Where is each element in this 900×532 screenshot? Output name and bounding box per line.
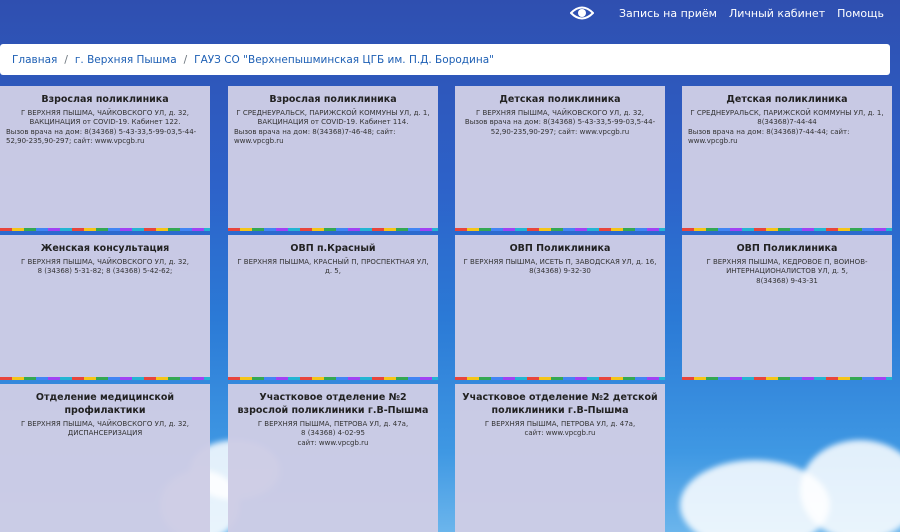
clinic-title: Взрослая поликлиника	[41, 94, 169, 105]
clinic-info: ВАКЦИНАЦИЯ от COVID-19. Кабинет 122.	[29, 118, 181, 127]
help-link[interactable]: Помощь	[837, 7, 884, 20]
clinic-website: сайт: www.vpcgb.ru	[297, 438, 369, 447]
clinic-title: ОВП Поликлиника	[509, 243, 611, 254]
clinic-title: Участковое отделение №2 детской поликлин…	[462, 392, 658, 416]
eye-icon[interactable]	[569, 0, 595, 26]
clinic-address: Г ВЕРХНЯЯ ПЫШМА, ЧАЙКОВСКОГО УЛ, д. 32,	[475, 108, 645, 117]
clinic-card[interactable]: Детская поликлиника Г ВЕРХНЯЯ ПЫШМА, ЧАЙ…	[455, 86, 665, 231]
card-color-stripe	[455, 228, 665, 231]
clinic-card[interactable]: ОВП п.Красный Г ВЕРХНЯЯ ПЫШМА, КРАСНЫЙ П…	[228, 235, 438, 380]
clinic-phone: 8(34368) 9-43-31	[756, 276, 818, 285]
breadcrumb-separator: /	[183, 53, 188, 66]
clinic-card[interactable]: Участковое отделение №2 взрослой поликли…	[228, 384, 438, 532]
breadcrumb: Главная / г. Верхняя Пышма / ГАУЗ СО "Ве…	[0, 44, 890, 75]
clinic-contacts: Вызов врача на дом: 8(34368) 5-43-33,5-9…	[464, 118, 656, 136]
clinic-address: Г СРЕДНЕУРАЛЬСК, ПАРИЖСКОЙ КОММУНЫ УЛ, д…	[236, 108, 430, 117]
clinic-address: Г ВЕРХНЯЯ ПЫШМА, ИСЕТЬ П, ЗАВОДСКАЯ УЛ, …	[463, 257, 657, 266]
clinic-title: Женская консультация	[40, 243, 170, 254]
clinic-address: Г ВЕРХНЯЯ ПЫШМА, ЧАЙКОВСКОГО УЛ, д. 32,	[20, 108, 190, 117]
clinic-card[interactable]: Отделение медицинской профилактики Г ВЕР…	[0, 384, 210, 532]
clinic-address: Г ВЕРХНЯЯ ПЫШМА, КЕДРОВОЕ П, ВОИНОВ-ИНТЕ…	[706, 257, 868, 276]
clinic-card[interactable]: Взрослая поликлиника Г СРЕДНЕУРАЛЬСК, ПА…	[228, 86, 438, 231]
clinic-title: Детская поликлиника	[499, 94, 621, 105]
clinic-card[interactable]: ОВП Поликлиника Г ВЕРХНЯЯ ПЫШМА, КЕДРОВО…	[682, 235, 892, 380]
clinic-title: ОВП п.Красный	[290, 243, 376, 254]
clinic-title: Участковое отделение №2 взрослой поликли…	[237, 392, 429, 416]
clinic-title: Детская поликлиника	[726, 94, 848, 105]
clinic-address: Г ВЕРХНЯЯ ПЫШМА, ПЕТРОВА УЛ, д. 47а,	[257, 419, 409, 428]
clinic-address: Г ВЕРХНЯЯ ПЫШМА, КРАСНЫЙ П, ПРОСПЕКТНАЯ …	[237, 257, 429, 276]
clinic-phone: 8(34368)7-44-44	[757, 118, 817, 127]
background-cloud	[800, 440, 900, 532]
breadcrumb-separator: /	[64, 53, 68, 66]
breadcrumb-city[interactable]: г. Верхняя Пышма	[75, 54, 177, 66]
clinic-card[interactable]: Детская поликлиника Г СРЕДНЕУРАЛЬСК, ПАР…	[682, 86, 892, 231]
clinic-address: Г ВЕРХНЯЯ ПЫШМА, ПЕТРОВА УЛ, д. 47а,	[484, 419, 636, 428]
top-navigation: Запись на приём Личный кабинет Помощь	[0, 0, 900, 26]
clinic-phone: 8(34368) 9-32-30	[529, 267, 591, 276]
clinic-address: Г ВЕРХНЯЯ ПЫШМА, ЧАЙКОВСКОГО УЛ, д. 32,	[20, 419, 190, 428]
clinic-card[interactable]: Участковое отделение №2 детской поликлин…	[455, 384, 665, 532]
clinic-contacts: Вызов врача на дом: 8(34368)7-44-44; сай…	[688, 127, 850, 146]
card-color-stripe	[0, 228, 210, 231]
clinic-card[interactable]: Взрослая поликлиника Г ВЕРХНЯЯ ПЫШМА, ЧА…	[0, 86, 210, 231]
card-color-stripe	[228, 228, 438, 231]
clinic-website: сайт: www.vpcgb.ru	[524, 429, 596, 438]
breadcrumb-org[interactable]: ГАУЗ СО "Верхнепышминская ЦГБ им. П.Д. Б…	[194, 54, 494, 66]
clinic-title: Отделение медицинской профилактики	[35, 392, 175, 416]
card-color-stripe	[682, 377, 892, 380]
clinic-address: Г ВЕРХНЯЯ ПЫШМА, ЧАЙКОВСКОГО УЛ, д. 32,	[20, 257, 190, 266]
clinic-contacts: Вызов врача на дом: 8(34368)7-46-48; сай…	[234, 127, 396, 146]
clinic-contacts: Вызов врача на дом: 8(34368) 5-43-33,5-9…	[6, 127, 197, 146]
personal-cabinet-link[interactable]: Личный кабинет	[729, 7, 825, 20]
clinic-title: ОВП Поликлиника	[736, 243, 838, 254]
clinic-info: ДИСПАНСЕРИЗАЦИЯ	[67, 429, 143, 438]
breadcrumb-home[interactable]: Главная	[12, 54, 57, 66]
clinic-phone: 8 (34368) 4-02-95	[301, 429, 365, 438]
clinic-phone: 8 (34368) 5-31-82; 8 (34368) 5-42-62;	[37, 267, 173, 276]
clinic-address: Г СРЕДНЕУРАЛЬСК, ПАРИЖСКОЙ КОММУНЫ УЛ, д…	[690, 108, 884, 117]
card-color-stripe	[455, 377, 665, 380]
card-color-stripe	[0, 377, 210, 380]
clinic-title: Взрослая поликлиника	[269, 94, 397, 105]
clinic-info: ВАКЦИНАЦИЯ от COVID-19. Кабинет 114.	[257, 118, 409, 127]
clinic-card[interactable]: ОВП Поликлиника Г ВЕРХНЯЯ ПЫШМА, ИСЕТЬ П…	[455, 235, 665, 380]
appointment-link[interactable]: Запись на приём	[619, 7, 717, 20]
card-color-stripe	[682, 228, 892, 231]
clinic-card[interactable]: Женская консультация Г ВЕРХНЯЯ ПЫШМА, ЧА…	[0, 235, 210, 380]
card-color-stripe	[228, 377, 438, 380]
